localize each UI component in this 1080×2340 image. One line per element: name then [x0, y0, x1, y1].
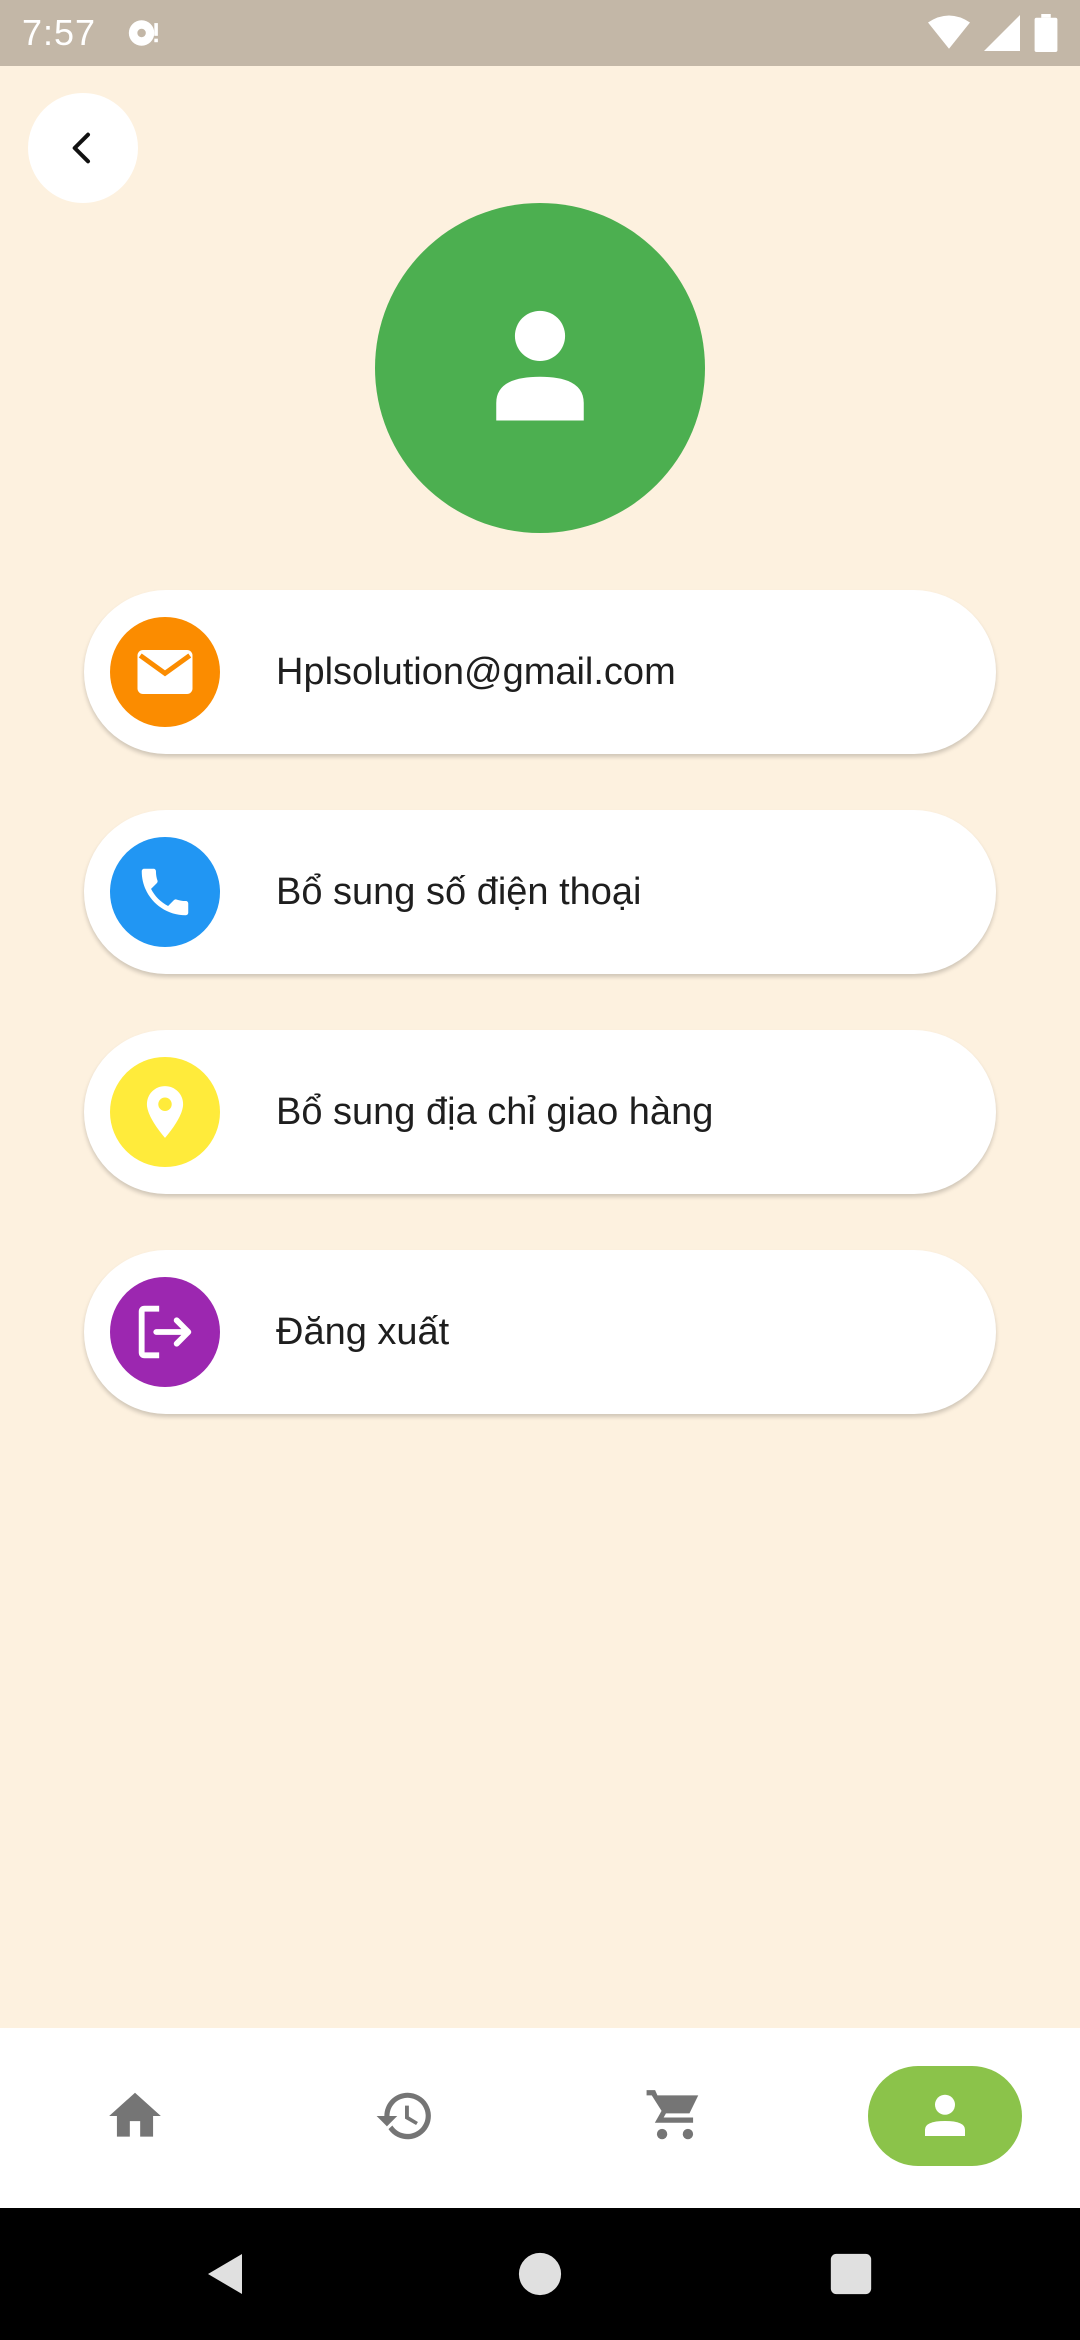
- person-icon: [496, 310, 584, 421]
- menu-item-label: Bổ sung địa chỉ giao hàng: [276, 1090, 714, 1133]
- system-back-button[interactable]: [190, 2238, 262, 2310]
- history-icon: [376, 2092, 431, 2140]
- status-time: 7:57: [22, 12, 97, 53]
- menu-item-label: Hplsolution@gmail.com: [276, 650, 676, 693]
- phone-icon: [141, 868, 189, 916]
- battery-icon: [1034, 14, 1058, 52]
- back-triangle-icon: [208, 2254, 242, 2294]
- chevron-left-icon: [72, 132, 90, 164]
- logout-icon-circle: [110, 1277, 220, 1387]
- system-nav-bar: [0, 2208, 1080, 2340]
- nav-home[interactable]: [85, 2066, 185, 2166]
- avatar: [375, 203, 705, 533]
- mail-icon: [137, 650, 193, 694]
- signal-icon: [984, 15, 1020, 51]
- home-circle-icon: [518, 2252, 562, 2296]
- menu-item-address[interactable]: Bổ sung địa chỉ giao hàng: [84, 1030, 996, 1194]
- menu-item-label: Đăng xuất: [276, 1310, 450, 1353]
- status-bar: 7:57: [0, 0, 1080, 66]
- recents-square-icon: [830, 2253, 872, 2295]
- nav-cart[interactable]: [625, 2066, 725, 2166]
- back-button[interactable]: [28, 93, 138, 203]
- system-home-button[interactable]: [504, 2238, 576, 2310]
- menu-item-label: Bổ sung số điện thoại: [276, 870, 642, 913]
- menu-item-phone[interactable]: Bổ sung số điện thoại: [84, 810, 996, 974]
- phone-icon-circle: [110, 837, 220, 947]
- bottom-nav: [0, 2028, 1080, 2208]
- system-recents-button[interactable]: [815, 2238, 887, 2310]
- nav-history[interactable]: [355, 2066, 455, 2166]
- cart-icon: [646, 2090, 699, 2140]
- location-icon-circle: [110, 1057, 220, 1167]
- menu-item-logout[interactable]: Đăng xuất: [84, 1250, 996, 1414]
- logout-icon: [138, 1305, 192, 1359]
- mail-icon-circle: [110, 617, 220, 727]
- wifi-icon: [928, 15, 970, 49]
- status-icons: [928, 14, 1058, 52]
- home-icon: [109, 2092, 161, 2137]
- notification-icon: [128, 20, 158, 46]
- location-pin-icon: [146, 1086, 184, 1138]
- menu-item-email[interactable]: Hplsolution@gmail.com: [84, 590, 996, 754]
- person-icon: [925, 2094, 965, 2136]
- nav-profile[interactable]: [868, 2066, 1022, 2166]
